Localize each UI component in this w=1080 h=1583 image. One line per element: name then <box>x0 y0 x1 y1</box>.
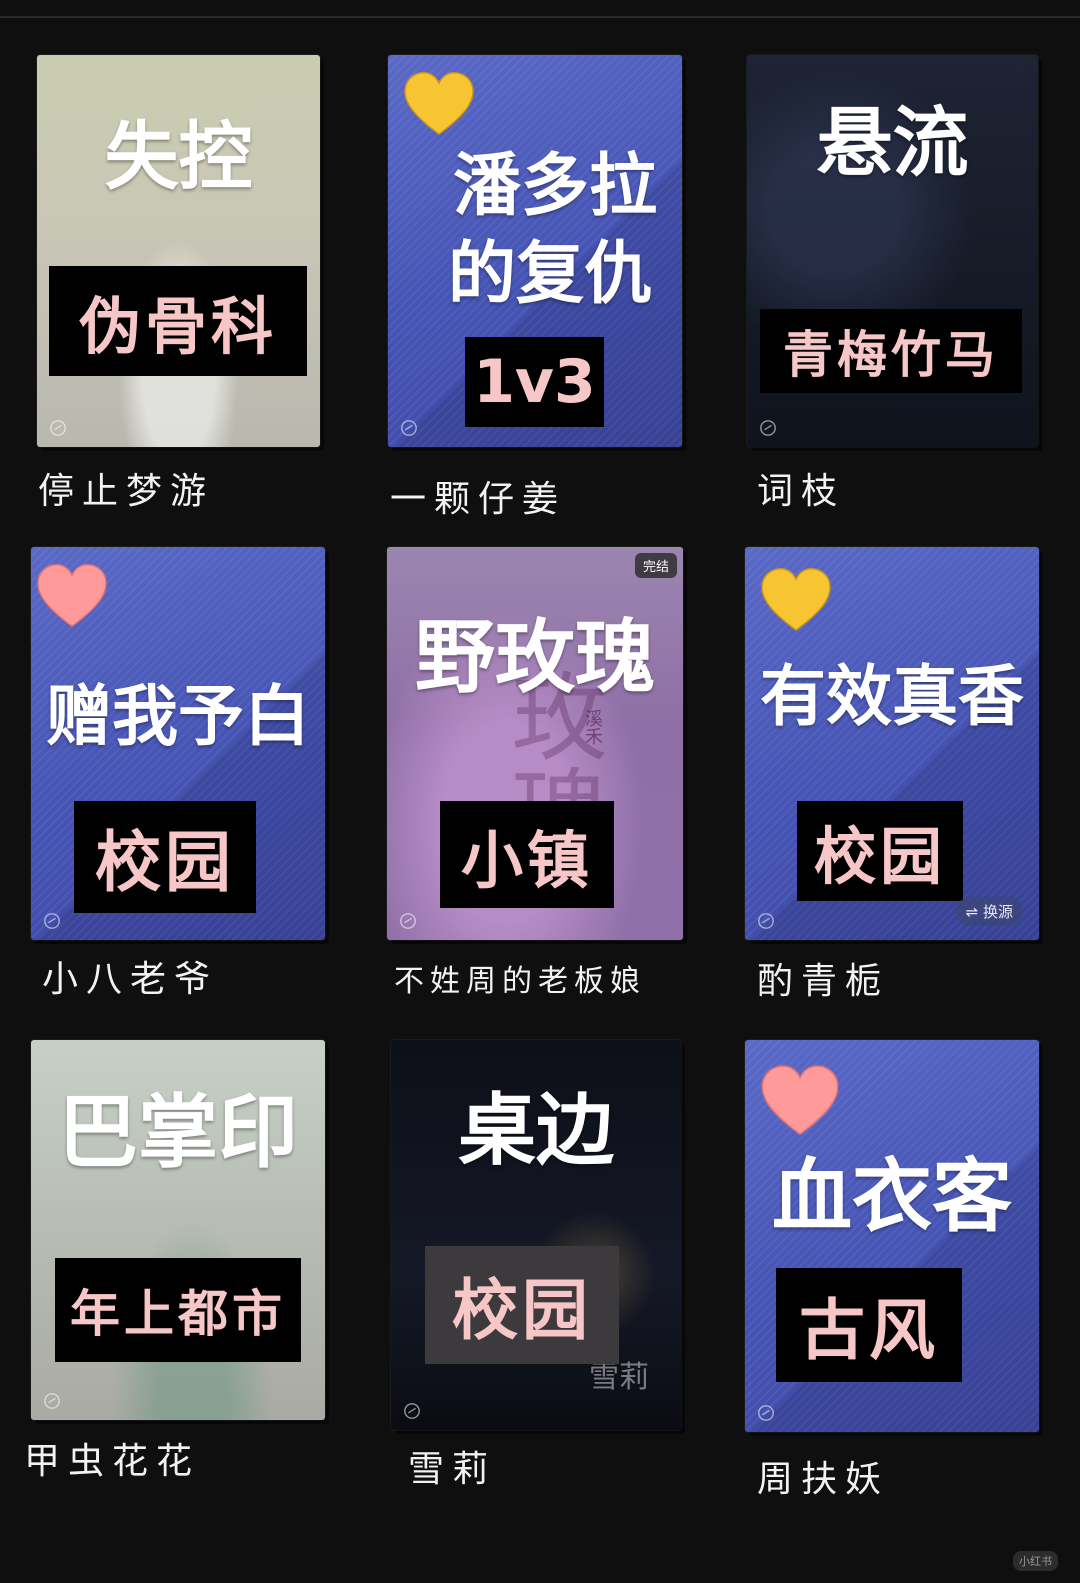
genre-tag: 年上都市 <box>55 1258 301 1362</box>
pink-heart-icon <box>761 1065 839 1136</box>
book-title: 有效真香 <box>760 657 1024 735</box>
genre-tag: 古风 <box>776 1268 962 1382</box>
book-card-3[interactable]: 悬流 青梅竹马 <box>747 55 1038 447</box>
book-card-8[interactable]: 雪莉 桌边 校园 <box>391 1040 681 1430</box>
book-title: 失控 <box>104 114 253 200</box>
book-title: 野玫瑰 <box>415 610 655 704</box>
book-title-line1: 潘多拉 <box>452 146 657 226</box>
link-icon <box>404 1403 420 1419</box>
book-cover[interactable]: 巴掌印 年上都市 <box>31 1040 325 1420</box>
pink-heart-icon <box>37 563 107 628</box>
book-cover[interactable]: 悬流 青梅竹马 <box>747 55 1038 447</box>
book-title: 赠我予白 <box>46 677 310 755</box>
author-name: 小八老爷 <box>42 959 219 1000</box>
book-cover[interactable]: 有效真香 校园 ⇌ 换源 <box>745 547 1039 940</box>
completed-badge: 完结 <box>634 553 677 578</box>
book-cover[interactable]: 血衣客 古风 <box>745 1040 1039 1432</box>
genre-tag: 1v3 <box>465 337 604 427</box>
book-title-line2: 的复仇 <box>447 234 652 314</box>
watermark: 小红书 <box>1013 1551 1058 1571</box>
yellow-heart-icon <box>761 567 831 632</box>
link-icon <box>760 420 776 436</box>
yellow-heart-icon <box>404 71 474 136</box>
book-grid: 失控 伪骨科 潘多拉 的复仇 1v3 悬流 青梅竹马 停止梦游 一颗仔姜 词枝 <box>0 0 1080 1583</box>
genre-tag: 校园 <box>425 1246 619 1364</box>
link-icon <box>44 1393 60 1409</box>
genre-tag: 青梅竹马 <box>760 309 1022 393</box>
link-icon <box>758 1405 774 1421</box>
book-title: 巴掌印 <box>58 1085 298 1179</box>
book-card-7[interactable]: 巴掌印 年上都市 <box>31 1040 325 1420</box>
book-title: 血衣客 <box>772 1149 1012 1243</box>
author-name: 停止梦游 <box>38 471 215 512</box>
author-name: 一颗仔姜 <box>390 479 567 520</box>
cover-art-author: 溪禾 <box>582 709 603 745</box>
book-title: 桌边 <box>457 1085 614 1176</box>
author-name: 周扶妖 <box>757 1459 890 1500</box>
author-name: 酌青栀 <box>757 961 890 1002</box>
book-cover[interactable]: 赠我予白 校园 <box>31 547 325 940</box>
book-cover[interactable]: 失控 伪骨科 <box>37 55 320 447</box>
book-card-4[interactable]: 赠我予白 校园 <box>31 547 325 940</box>
book-cover[interactable]: 玫瑰 溪禾 野玫瑰 小镇 完结 <box>387 547 683 940</box>
link-icon <box>50 420 66 436</box>
book-cover[interactable]: 潘多拉 的复仇 1v3 <box>388 55 682 447</box>
link-icon <box>758 913 774 929</box>
book-card-9[interactable]: 血衣客 古风 <box>745 1040 1039 1432</box>
genre-tag: 小镇 <box>440 801 614 908</box>
genre-tag: 校园 <box>797 801 963 901</box>
switch-source-button[interactable]: ⇌ 换源 <box>955 897 1023 926</box>
link-icon <box>400 913 416 929</box>
genre-tag: 伪骨科 <box>49 266 307 376</box>
book-card-1[interactable]: 失控 伪骨科 <box>37 55 320 447</box>
author-name: 不姓周的老板娘 <box>394 964 646 999</box>
author-name: 雪莉 <box>408 1449 497 1490</box>
book-card-2[interactable]: 潘多拉 的复仇 1v3 <box>388 55 682 447</box>
book-cover[interactable]: 雪莉 桌边 校园 <box>391 1040 681 1430</box>
link-icon <box>401 420 417 436</box>
book-card-5[interactable]: 玫瑰 溪禾 野玫瑰 小镇 完结 <box>387 547 683 940</box>
book-card-6[interactable]: 有效真香 校园 ⇌ 换源 <box>745 547 1039 940</box>
link-icon <box>44 913 60 929</box>
author-name: 词枝 <box>757 471 846 512</box>
genre-tag: 校园 <box>74 801 256 913</box>
book-title: 悬流 <box>816 98 969 187</box>
author-name: 甲虫花花 <box>24 1441 201 1482</box>
